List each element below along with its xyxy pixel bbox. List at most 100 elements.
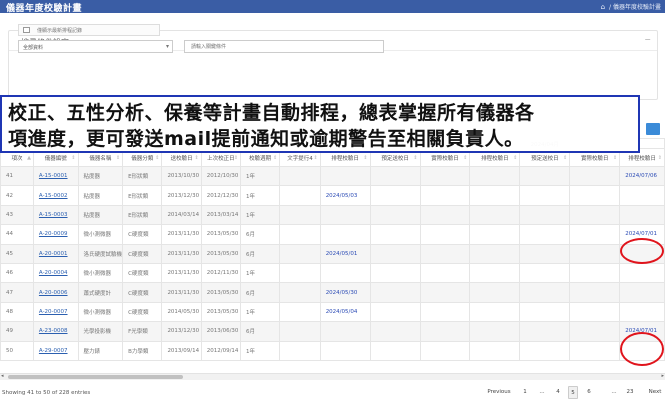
table-cell [519,262,571,284]
keyword-input[interactable] [184,40,384,53]
table-cell: 2012/11/30 [200,262,242,284]
instrument-id-link[interactable]: A-20-0007 [32,301,79,323]
select-value: 全部資料 [23,45,44,51]
scroll-left-icon[interactable]: ◂ [1,373,4,379]
table-cell [469,243,521,264]
table-cell [279,224,321,245]
action-button[interactable] [646,123,660,135]
table-cell: 2012/12/30 [200,185,242,206]
table-cell [419,262,471,284]
table-cell: 粘度器 [77,204,124,226]
scheduled-date-link[interactable]: 2024/05/04 [319,301,371,323]
table-cell [619,301,665,323]
page-button[interactable]: 5 [568,386,578,399]
table-cell [419,340,471,361]
table-cell [519,282,571,303]
table-cell: C硬度類 [122,224,163,245]
sort-icon[interactable]: ⇕ [116,155,120,161]
prev-page-button[interactable]: Previous [484,386,514,399]
table-row: 50 A-29-0007 壓力錶 B力學類 2013/09/14 2012/09/14 1年 [0,340,665,361]
table-cell: 6月 [240,243,281,264]
table-cell: F光學類 [122,321,163,342]
sort-icon[interactable]: ⇕ [613,155,617,161]
callout-line-1: 校正、五性分析、保養等計畫自動排程，總表掌握所有儀器各 [8,102,535,124]
page-button[interactable]: 1 [521,386,529,399]
table-cell [569,301,621,323]
table-cell: 光學投影機 [77,321,124,342]
table-cell [279,243,321,264]
table-row: 43 A-15-0003 粘度器 E形狀類 2014/03/14 2013/03/14 1年 [0,204,665,226]
table-cell [469,301,521,323]
sort-icon[interactable]: ▲ [27,155,31,161]
instrument-id-link[interactable]: A-20-0006 [32,282,79,303]
sort-icon[interactable]: ⇕ [71,155,75,161]
checkbox[interactable] [23,27,30,33]
page-button[interactable]: 4 [554,386,562,399]
instrument-id-link[interactable]: A-20-0009 [32,224,79,245]
table-cell [519,224,571,245]
chevron-down-icon: ▾ [165,43,169,50]
sort-icon[interactable]: ⇕ [363,155,367,161]
instrument-id-link[interactable]: A-15-0003 [32,204,79,226]
sort-icon[interactable]: ⇕ [234,155,238,161]
home-icon[interactable]: ⌂ [601,3,605,11]
instrument-id-link[interactable]: A-29-0007 [32,340,79,361]
table-cell [619,204,665,226]
sort-icon[interactable]: ⇕ [658,155,662,161]
scroll-right-icon[interactable]: ▸ [661,373,664,379]
horizontal-scrollbar[interactable]: ◂ ▸ [0,373,665,380]
scroll-thumb[interactable] [8,375,183,379]
sort-icon[interactable]: ⇕ [513,155,517,161]
next-page-button[interactable]: Next [645,386,665,399]
sort-icon[interactable]: ⇕ [413,155,417,161]
table-cell [279,204,321,226]
instrument-id-link[interactable]: A-15-0001 [32,165,79,187]
table-cell: 1年 [240,262,281,284]
page-ellipsis: ... [611,389,617,395]
sort-icon[interactable]: ⇕ [563,155,567,161]
table-cell [369,340,421,361]
table-cell: 2012/09/14 [200,340,242,361]
table-cell: 微小測微器 [77,262,124,284]
page-button[interactable]: 6 [585,386,593,399]
table-cell [419,282,471,303]
table-cell: 1年 [240,204,281,226]
sort-icon[interactable]: ⇕ [195,155,199,161]
sort-icon[interactable]: ⇕ [273,155,277,161]
table-cell [419,165,471,187]
column-header-label: 校驗週期 [249,155,272,162]
scheduled-date-link[interactable]: 2024/07/06 [619,165,665,187]
sort-icon[interactable]: ⇕ [463,155,467,161]
scheduled-date-link[interactable]: 2024/05/30 [319,282,371,303]
scheduled-date-link[interactable]: 2024/05/03 [319,185,371,206]
table-cell [419,185,471,206]
table-cell: 48 [0,301,34,323]
table-cell: 微小測微器 [77,224,124,245]
page-button[interactable]: 23 [623,386,637,399]
table-cell [419,321,471,342]
scheduled-date-link[interactable]: 2024/05/01 [319,243,371,264]
table-cell [469,204,521,226]
schedule-table: 2024/03月2024/04月項次▲儀器編號⇕儀器名稱⇕儀器分類⇕送校驗日⇕上… [0,138,665,370]
page-ellipsis: ... [539,389,545,395]
table-cell [569,340,621,361]
table-cell: 2013/11/30 [161,262,202,284]
instrument-id-link[interactable]: A-23-0008 [32,321,79,342]
checkbox-label: 僅顯示最新排程記錄 [37,28,83,34]
sort-icon[interactable]: ⇕ [313,155,317,161]
table-cell [419,243,471,264]
instrument-id-link[interactable]: A-20-0001 [32,243,79,264]
sort-icon[interactable]: ⇕ [155,155,159,161]
data-filter-select[interactable]: 全部資料 ▾ [18,40,173,53]
highlight-circle [620,238,664,264]
instrument-id-link[interactable]: A-15-0002 [32,185,79,206]
table-cell: 50 [0,340,34,361]
collapse-icon[interactable]: − [644,35,651,44]
latest-only-toggle[interactable]: 僅顯示最新排程記錄 [18,24,160,36]
table-cell [569,224,621,245]
instrument-id-link[interactable]: A-20-0004 [32,262,79,284]
table-cell: 2013/11/30 [161,243,202,264]
table-cell: E形狀類 [122,165,163,187]
table-cell: 6月 [240,224,281,245]
table-cell: 2013/12/30 [161,321,202,342]
